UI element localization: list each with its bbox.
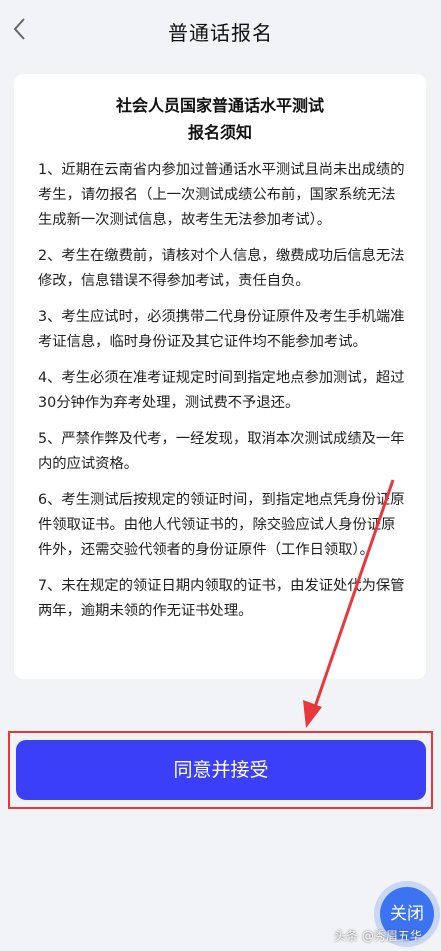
top-bar: 普通话报名 — [0, 0, 441, 62]
notice-item-7: 7、未在规定的领证日期内领取的证书，由发证处代为保管两年，逾期未领的作无证书处理… — [38, 578, 405, 619]
notice-title-line2: 报名须知 — [187, 123, 252, 142]
notice-item-5: 5、严禁作弊及代考，一经发现，取消本次测试成绩及一年内的应试资格。 — [38, 431, 405, 472]
page-title: 普通话报名 — [168, 21, 273, 45]
watermark: 头条 @秀眉五华 — [334, 929, 422, 943]
notice-card-title: 社会人员国家普通话水平测试 报名须知 — [14, 92, 426, 146]
notice-card: 社会人员国家普通话水平测试 报名须知 1、近期在云南省内参加过普通话水平测试且尚… — [14, 74, 426, 679]
agree-button[interactable]: 同意并接受 — [16, 740, 426, 800]
notice-list: 1、近期在云南省内参加过普通话水平测试且尚未出成绩的考生，请勿报名（上一次测试成… — [38, 158, 408, 635]
notice-item-3: 3、考生应试时，必须携带二代身份证原件及考生手机端准考证信息，临时身份证及其它证… — [38, 309, 405, 350]
notice-item-2: 2、考生在缴费前，请核对个人信息，缴费成功后信息无法修改，信息错误不得参加考试，… — [38, 248, 405, 289]
notice-item-1: 1、近期在云南省内参加过普通话水平测试且尚未出成绩的考生，请勿报名（上一次测试成… — [38, 162, 405, 228]
notice-item-6: 6、考生测试后按规定的领证时间，到指定地点凭身份证原件领取证书。由他人代领证书的… — [38, 492, 405, 558]
notice-title-line1: 社会人员国家普通话水平测试 — [115, 96, 324, 115]
notice-item-4: 4、考生必须在准考证规定时间到指定地点参加测试，超过30分钟作为弃考处理，测试费… — [38, 370, 405, 411]
